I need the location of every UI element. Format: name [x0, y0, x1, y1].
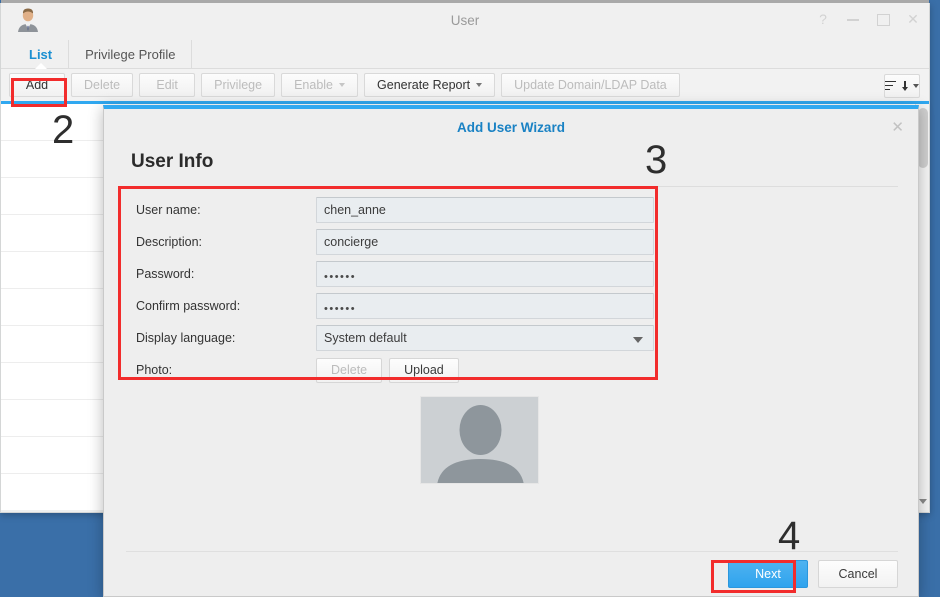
form-row-confirm-password: Confirm password: ••••••	[124, 290, 664, 322]
form-row-description: Description: concierge	[124, 226, 664, 258]
description-label: Description:	[136, 235, 202, 249]
help-button[interactable]: ?	[815, 11, 831, 27]
annotation-2: 2	[52, 108, 75, 152]
confirm-password-control: ••••••	[316, 293, 664, 319]
add-button-wrapper: Add	[9, 73, 65, 97]
photo-upload-label: Upload	[404, 363, 444, 377]
sort-lines-glyph	[885, 80, 898, 92]
tab-list-label: List	[29, 46, 53, 62]
screen-root: User ? ✕ List Privilege Profile Add Dele…	[0, 0, 940, 597]
description-control: concierge	[316, 229, 664, 255]
chevron-down-icon	[913, 84, 919, 88]
display-language-value: System default	[324, 331, 407, 345]
generate-report-button-label: Generate Report	[377, 78, 471, 92]
cancel-button[interactable]: Cancel	[818, 560, 898, 588]
update-domain-ldap-button[interactable]: Update Domain/LDAP Data	[501, 73, 680, 97]
form-row-user-name: User name: chen_anne	[124, 194, 664, 226]
display-language-label: Display language:	[136, 331, 236, 345]
confirm-password-label: Confirm password:	[136, 299, 241, 313]
description-input[interactable]: concierge	[316, 229, 654, 255]
maximize-button[interactable]	[875, 11, 891, 27]
tab-privilege-profile[interactable]: Privilege Profile	[69, 40, 193, 68]
minimize-button[interactable]	[845, 11, 861, 27]
toolbar: Add Delete Edit Privilege Enable Generat…	[1, 69, 929, 104]
next-button[interactable]: Next	[728, 560, 808, 588]
confirm-password-input[interactable]: ••••••	[316, 293, 654, 319]
titlebar-top-edge	[1, 0, 929, 3]
chevron-down-icon	[339, 83, 346, 87]
photo-delete-label: Delete	[331, 363, 368, 377]
person-placeholder-icon	[421, 397, 538, 483]
window-title: User	[450, 13, 480, 28]
edit-button-label: Edit	[156, 78, 178, 92]
edit-button[interactable]: Edit	[139, 73, 196, 97]
photo-label: Photo:	[136, 363, 173, 377]
user-name-input[interactable]: chen_anne	[316, 197, 654, 223]
window-titlebar: User ? ✕	[1, 0, 929, 40]
sort-arrow-glyph	[901, 80, 908, 92]
enable-button-label: Enable	[294, 78, 334, 92]
photo-control: Delete Upload	[316, 357, 664, 383]
password-control: ••••••	[316, 261, 664, 287]
photo-delete-button[interactable]: Delete	[316, 357, 383, 383]
close-button[interactable]: ✕	[905, 11, 921, 27]
dialog-buttons: Next Cancel	[728, 560, 898, 588]
form-row-photo: Photo: Delete Upload	[124, 354, 664, 386]
privilege-button[interactable]: Privilege	[201, 73, 276, 97]
enable-button[interactable]: Enable	[281, 73, 359, 97]
tab-privilege-profile-label: Privilege Profile	[85, 46, 176, 62]
user-name-label: User name:	[136, 203, 201, 217]
display-language-control: System default	[316, 325, 664, 351]
chevron-down-icon[interactable]	[919, 499, 927, 504]
display-language-select[interactable]: System default	[316, 325, 654, 351]
delete-button-label: Delete	[84, 78, 121, 92]
page-title: User Info	[131, 151, 214, 172]
user-name-control: chen_anne	[316, 197, 664, 223]
password-label: Password:	[136, 267, 195, 281]
photo-upload-button[interactable]: Upload	[389, 357, 459, 383]
password-input[interactable]: ••••••	[316, 261, 654, 287]
generate-report-button[interactable]: Generate Report	[364, 73, 496, 97]
add-button-label: Add	[25, 78, 49, 92]
next-button-label: Next	[755, 567, 781, 581]
cancel-button-label: Cancel	[838, 567, 878, 581]
avatar	[420, 396, 539, 484]
annotation-3: 3	[645, 138, 668, 182]
next-button-wrapper: Next	[728, 560, 808, 588]
add-button[interactable]: Add	[9, 73, 65, 97]
chevron-down-icon	[633, 337, 643, 343]
sort-list-icon[interactable]	[884, 74, 920, 98]
user-info-form: User name: chen_anne Description: concie…	[124, 194, 664, 386]
photo-buttons: Delete Upload	[316, 357, 664, 383]
update-domain-ldap-button-label: Update Domain/LDAP Data	[514, 78, 667, 92]
tab-strip: List Privilege Profile	[1, 40, 929, 69]
dialog-title: Add User Wizard	[457, 120, 565, 135]
window-controls: ? ✕	[815, 11, 921, 27]
annotation-4: 4	[778, 514, 801, 558]
heading-divider	[126, 186, 898, 187]
privilege-button-label: Privilege	[214, 78, 263, 92]
form-row-password: Password: ••••••	[124, 258, 664, 290]
delete-button[interactable]: Delete	[71, 73, 134, 97]
tab-list[interactable]: List	[13, 40, 70, 69]
chevron-down-icon	[476, 83, 483, 87]
scrollbar-thumb[interactable]	[918, 108, 928, 168]
close-icon[interactable]: ✕	[891, 120, 904, 135]
form-row-display-language: Display language: System default	[124, 322, 664, 354]
